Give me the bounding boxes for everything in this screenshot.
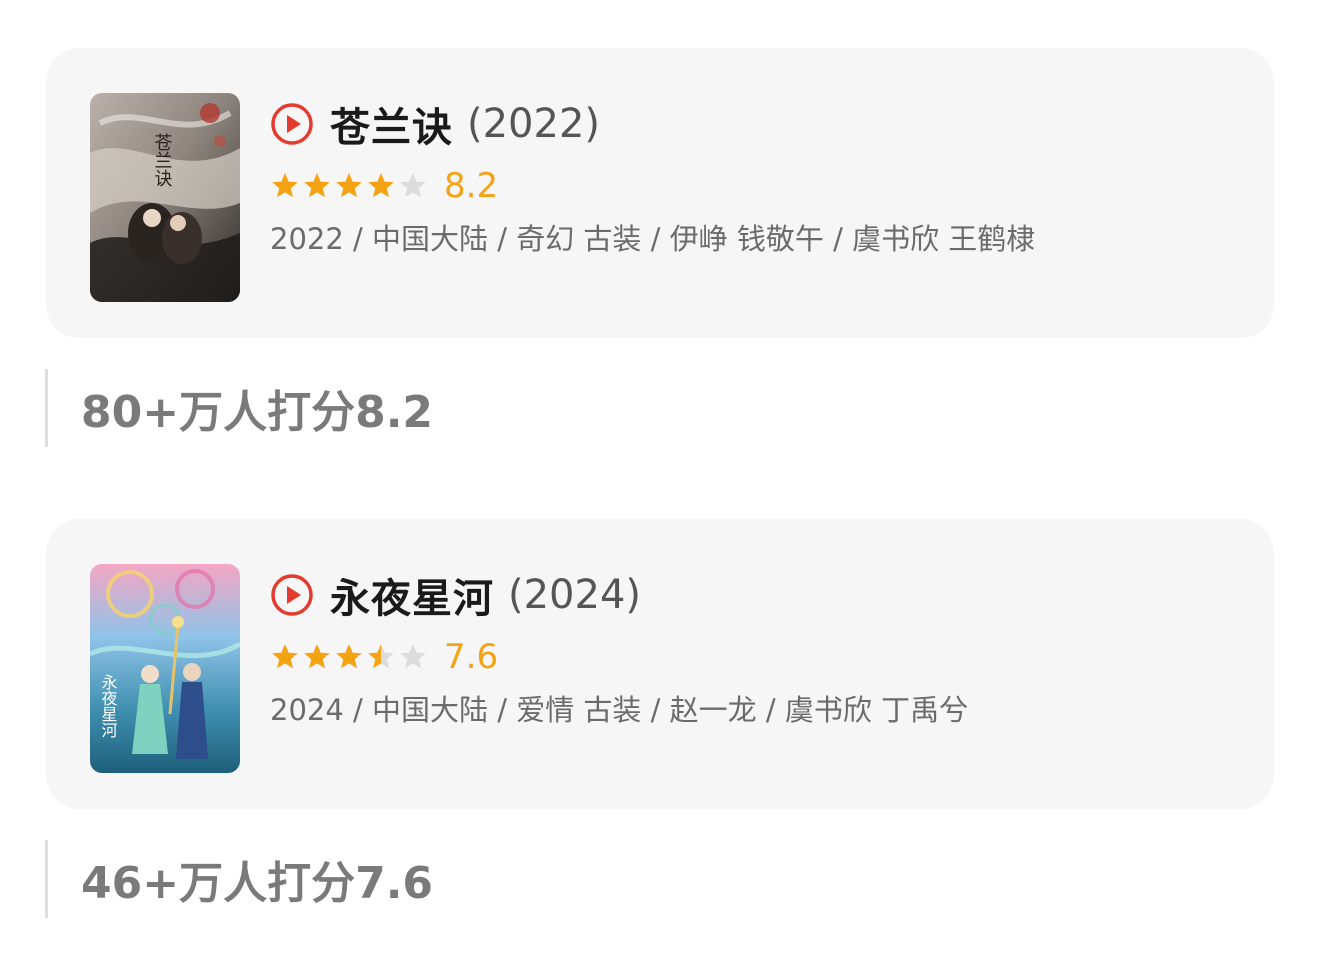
star-icon (336, 173, 362, 198)
rating-caption: 80+万人打分8.2 (45, 369, 433, 447)
rating-caption: 46+万人打分7.6 (45, 840, 433, 918)
star-rating (270, 171, 430, 201)
title-row: 永夜星河 (2024) (270, 563, 1070, 627)
title-row: 苍兰诀 (2022) (270, 92, 1070, 156)
star-rating (270, 642, 430, 672)
poster-image: 永夜星河 (90, 564, 240, 773)
star-icon (400, 173, 426, 198)
star-icon (272, 644, 298, 669)
movie-year: (2022) (467, 101, 601, 147)
rating-score: 8.2 (444, 166, 499, 206)
star-icon (304, 644, 330, 669)
poster-title-text: 苍兰诀 (152, 133, 173, 187)
movie-meta: 2022 / 中国大陆 / 奇幻 古装 / 伊峥 钱敬午 / 虞书欣 王鹤棣 (270, 222, 1036, 256)
star-icon (272, 173, 298, 198)
star-icon (368, 644, 394, 669)
movie-card[interactable]: 苍兰诀 苍兰诀 (2022) 8.2 2022 / 中国大陆 / 奇幻 古装 /… (46, 48, 1274, 338)
star-icon (304, 173, 330, 198)
rating-caption-text: 80+万人打分8.2 (81, 387, 434, 438)
poster-image: 苍兰诀 (90, 93, 240, 302)
movie-info: 苍兰诀 (2022) 8.2 2022 / 中国大陆 / 奇幻 古装 / 伊峥 … (270, 92, 1070, 261)
play-circle-icon[interactable] (270, 573, 314, 617)
rating-row: 8.2 (270, 158, 1070, 214)
star-icon (400, 644, 426, 669)
play-circle-icon[interactable] (270, 102, 314, 146)
movie-card[interactable]: 永夜星河 永夜星河 (2024) 7.6 2024 / 中国大陆 / 爱情 古装… (46, 519, 1274, 809)
movie-meta: 2024 / 中国大陆 / 爱情 古装 / 赵一龙 / 虞书欣 丁禹兮 (270, 693, 969, 727)
star-icon (336, 644, 362, 669)
movie-poster[interactable]: 苍兰诀 (90, 93, 240, 302)
rating-score: 7.6 (444, 637, 499, 677)
poster-title-text: 永夜星河 (99, 674, 118, 738)
rating-row: 7.6 (270, 629, 1070, 685)
movie-poster[interactable]: 永夜星河 (90, 564, 240, 773)
rating-caption-text: 46+万人打分7.6 (81, 858, 434, 909)
movie-info: 永夜星河 (2024) 7.6 2024 / 中国大陆 / 爱情 古装 / 赵一… (270, 563, 1070, 732)
movie-year: (2024) (508, 572, 642, 618)
movie-title[interactable]: 永夜星河 (330, 566, 494, 624)
page: 苍兰诀 苍兰诀 (2022) 8.2 2022 / 中国大陆 / 奇幻 古装 /… (0, 0, 1320, 978)
movie-title[interactable]: 苍兰诀 (330, 95, 453, 153)
star-icon (368, 173, 394, 198)
